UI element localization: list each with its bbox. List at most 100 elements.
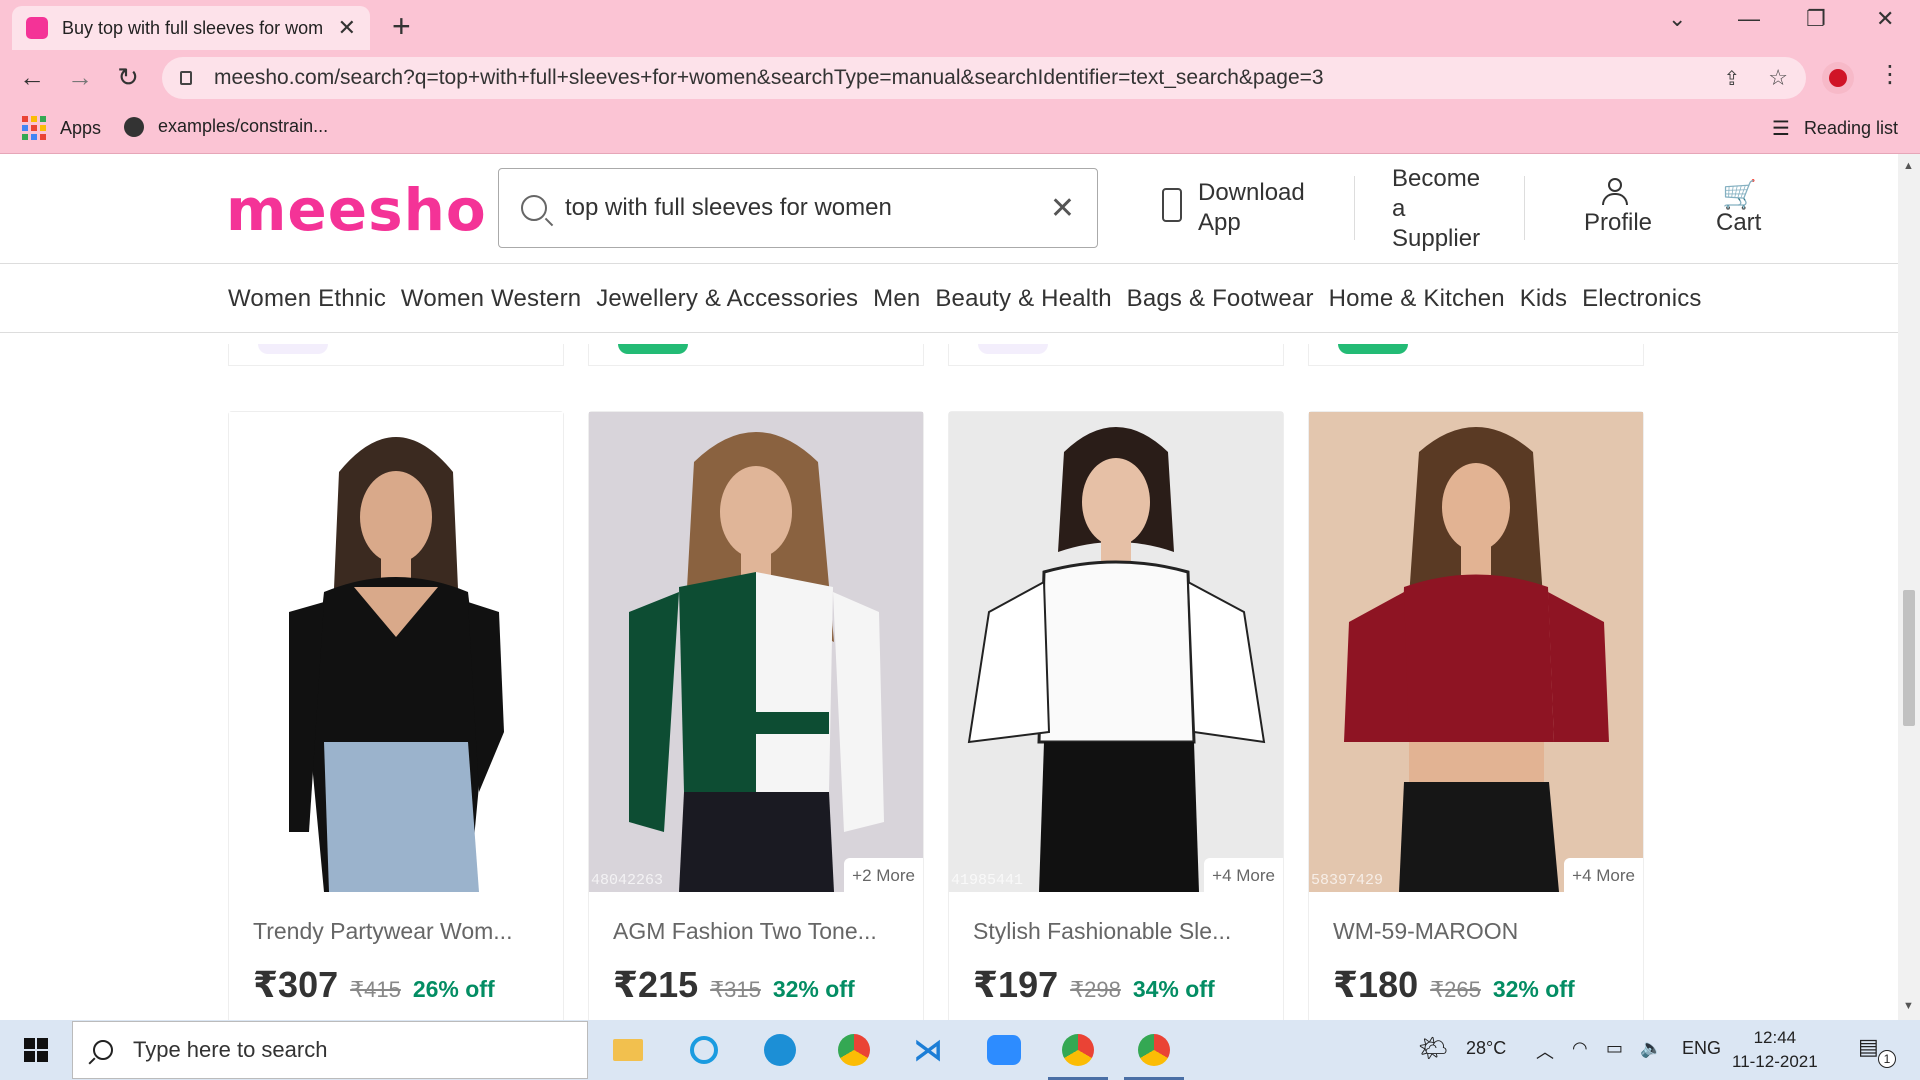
browser-tab[interactable]: Buy top with full sleeves for wom ✕ — [12, 6, 370, 50]
chrome-profile-window-icon[interactable] — [1124, 1030, 1184, 1080]
search-input[interactable] — [565, 194, 1035, 222]
category-bags-footwear[interactable]: Bags & Footwear — [1127, 285, 1314, 312]
volume-icon[interactable]: 🔈 — [1640, 1038, 1662, 1059]
scroll-down-arrow-icon[interactable]: ▼ — [1903, 1000, 1914, 1012]
bookmark-apps[interactable]: Apps — [22, 116, 101, 140]
address-bar[interactable]: meesho.com/search?q=top+with+full+sleeve… — [162, 57, 1806, 99]
previous-row-badge — [618, 344, 688, 354]
edge-browser-icon[interactable] — [760, 1030, 800, 1070]
supplier-label-line1: Become — [1392, 165, 1481, 192]
product-photo-maroon-crop-top — [1309, 412, 1643, 892]
file-explorer-icon[interactable] — [608, 1030, 648, 1070]
reading-list-label: Reading list — [1803, 118, 1898, 138]
product-price: ₹215 — [613, 964, 699, 1005]
wifi-icon[interactable]: ◠ — [1572, 1038, 1588, 1059]
taskbar-search-box[interactable]: Type here to search — [72, 1021, 588, 1079]
cortana-icon[interactable] — [684, 1030, 724, 1070]
meesho-logo[interactable]: meesho — [226, 176, 487, 244]
tab-search-chevron-icon[interactable]: ⌄ — [1668, 6, 1686, 32]
product-photo-white-ruffle-top — [949, 412, 1283, 892]
bookmark-label: examples/constrain... — [158, 116, 329, 136]
download-label-line2: App — [1198, 209, 1241, 236]
battery-icon[interactable]: ▭ — [1606, 1038, 1623, 1059]
product-mrp: ₹415 — [350, 977, 401, 1002]
discount-label: 32% off — [772, 976, 855, 1002]
product-mrp: ₹298 — [1070, 977, 1121, 1002]
search-box[interactable]: ✕ — [498, 168, 1098, 248]
scrollbar-thumb[interactable] — [1903, 590, 1915, 726]
product-name: WM-59-MAROON — [1333, 918, 1519, 944]
price-line: ₹215 ₹315 32% off — [613, 964, 855, 1006]
globe-icon — [124, 116, 144, 137]
weather-sun-icon[interactable]: 🌤 — [1418, 1034, 1448, 1063]
clear-search-icon[interactable]: ✕ — [1050, 191, 1075, 226]
window-close-icon[interactable]: ✕ — [1876, 6, 1894, 32]
product-mrp: ₹315 — [710, 977, 761, 1002]
become-supplier-link[interactable]: Become a Supplier — [1392, 164, 1480, 254]
product-card[interactable]: 41985441 +4 More Stylish Fashionable Sle… — [948, 411, 1284, 1020]
category-men[interactable]: Men — [873, 285, 920, 312]
new-tab-plus-icon[interactable]: + — [392, 8, 411, 45]
product-card[interactable]: 58397429 +4 More WM-59-MAROON ₹180 ₹265 … — [1308, 411, 1644, 1020]
back-arrow-icon[interactable]: ← — [16, 62, 48, 93]
browser-chrome: Buy top with full sleeves for wom ✕ + ⌄ … — [0, 0, 1920, 154]
url-text: meesho.com/search?q=top+with+full+sleeve… — [214, 66, 1324, 89]
profile-person-icon — [1600, 178, 1630, 208]
cart-link[interactable]: Cart — [1716, 208, 1761, 238]
category-women-ethnic[interactable]: Women Ethnic — [228, 285, 386, 312]
product-mrp: ₹265 — [1430, 977, 1481, 1002]
bookmark-examples[interactable]: examples/constrain... — [124, 116, 328, 137]
tab-strip: Buy top with full sleeves for wom ✕ + ⌄ … — [0, 0, 1920, 50]
tab-close-icon[interactable]: ✕ — [338, 15, 356, 41]
show-hidden-icons-chevron-icon[interactable]: ︿ — [1536, 1038, 1554, 1064]
bookmark-label: Apps — [60, 117, 102, 138]
previous-row-badge — [978, 344, 1048, 354]
download-label-line1: Download — [1198, 179, 1305, 206]
chrome-browser-icon[interactable] — [834, 1030, 874, 1070]
notification-center-icon[interactable]: ▤ — [1858, 1034, 1879, 1060]
category-women-western[interactable]: Women Western — [401, 285, 581, 312]
language-indicator[interactable]: ENG — [1682, 1038, 1721, 1059]
price-line: ₹180 ₹265 32% off — [1333, 964, 1575, 1006]
page-scrollbar[interactable]: ▲ ▼ — [1898, 154, 1920, 1020]
product-card[interactable]: 48042263 +2 More AGM Fashion Two Tone...… — [588, 411, 924, 1020]
profile-avatar-icon[interactable] — [1822, 62, 1854, 94]
category-electronics[interactable]: Electronics — [1582, 285, 1702, 312]
bookmarks-bar: Apps examples/constrain... ☰ Reading lis… — [0, 106, 1920, 154]
previous-row-badge — [258, 344, 328, 354]
reload-icon[interactable]: ↻ — [112, 62, 144, 93]
product-sku: 58397429 — [1311, 872, 1384, 889]
category-beauty[interactable]: Beauty & Health — [935, 285, 1111, 312]
category-jewellery[interactable]: Jewellery & Accessories — [596, 285, 858, 312]
more-variants-badge: +4 More — [1564, 858, 1643, 894]
share-icon[interactable]: ⇪ — [1724, 66, 1741, 91]
category-home-kitchen[interactable]: Home & Kitchen — [1329, 285, 1505, 312]
product-image[interactable] — [589, 412, 923, 892]
product-sku: 48042263 — [591, 872, 664, 889]
vscode-icon[interactable]: ⋊ — [908, 1030, 948, 1070]
weather-temperature[interactable]: 28°C — [1466, 1038, 1506, 1059]
minimize-icon[interactable]: — — [1738, 6, 1760, 32]
chrome-window-icon[interactable] — [1048, 1030, 1108, 1080]
forward-arrow-icon[interactable]: → — [64, 62, 96, 93]
reading-list-button[interactable]: ☰ Reading list — [1772, 116, 1898, 141]
zoom-app-icon[interactable] — [984, 1030, 1024, 1070]
restore-icon[interactable]: ❐ — [1806, 6, 1826, 32]
bookmark-star-icon[interactable]: ☆ — [1768, 65, 1788, 91]
system-clock[interactable]: 12:44 11-12-2021 — [1732, 1026, 1818, 1074]
shopping-cart-icon: 🛒 — [1722, 179, 1757, 210]
windows-start-icon[interactable] — [24, 1038, 48, 1062]
browser-menu-icon[interactable]: ⋮ — [1878, 60, 1902, 89]
scroll-up-arrow-icon[interactable]: ▲ — [1903, 160, 1914, 172]
discount-label: 34% off — [1132, 976, 1215, 1002]
reading-list-icon: ☰ — [1772, 118, 1790, 140]
lock-icon — [180, 71, 192, 85]
product-image[interactable] — [1309, 412, 1643, 892]
product-image[interactable] — [949, 412, 1283, 892]
product-image[interactable] — [229, 412, 563, 892]
profile-link[interactable]: Profile — [1584, 208, 1652, 238]
more-variants-badge: +2 More — [844, 858, 923, 894]
category-kids[interactable]: Kids — [1520, 285, 1568, 312]
download-app-link[interactable]: Download App — [1198, 178, 1305, 238]
product-card[interactable]: 53653681 Trendy Partywear Wom... ₹307 ₹4… — [228, 411, 564, 1020]
